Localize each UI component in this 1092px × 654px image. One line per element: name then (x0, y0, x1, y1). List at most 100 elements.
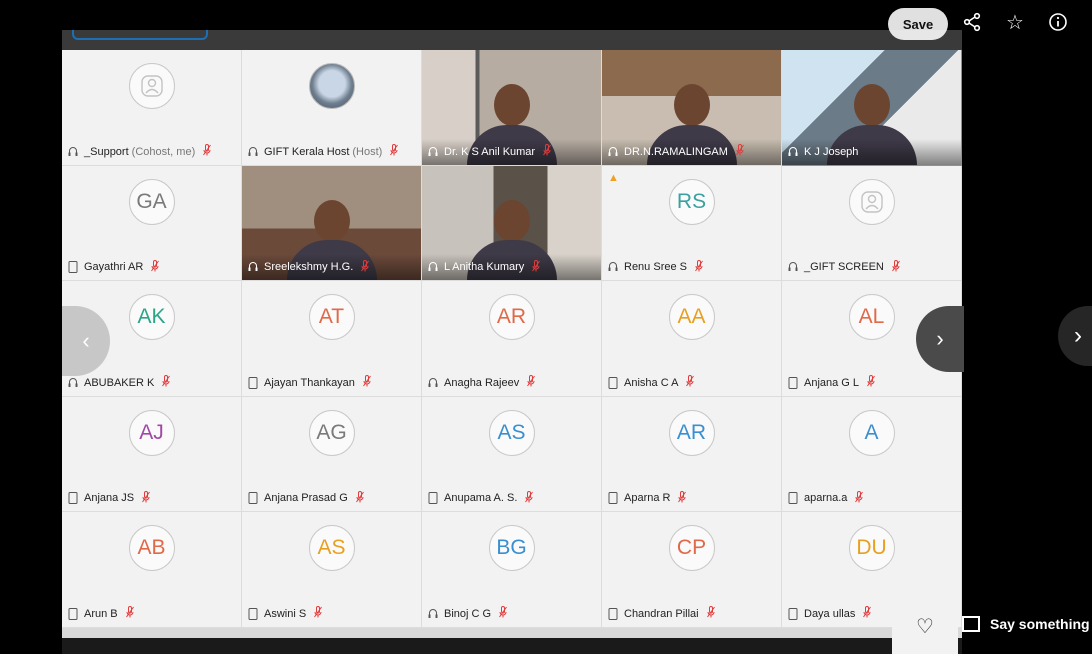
chevron-right-icon: › (1074, 322, 1082, 349)
headset-icon (428, 608, 438, 620)
participant-tile[interactable]: AB Arun B (62, 512, 242, 628)
participant-tile[interactable]: Aaparna.a (782, 396, 962, 513)
participant-namebar: Chandran Pillai (602, 601, 781, 627)
participant-tile[interactable]: AS Anupama A. S. (422, 396, 602, 513)
share-icon[interactable] (960, 10, 984, 34)
muted-mic-icon (314, 606, 323, 621)
avatar: AL (848, 294, 895, 341)
participant-tile[interactable]: GIFT Kerala Host (Host) (242, 50, 422, 166)
participant-name: L Anitha Kumary (444, 261, 525, 274)
participant-name: Ajayan Thankayan (264, 376, 355, 389)
participant-tile[interactable]: AR Aparna R (602, 396, 782, 513)
participant-name: Chandran Pillai (624, 607, 699, 620)
like-button[interactable]: ♡ (892, 598, 958, 654)
participant-name: aparna.a (804, 492, 848, 505)
participant-tile[interactable]: K J Joseph (782, 50, 962, 166)
participant-tile[interactable]: BG Binoj C G (422, 512, 602, 628)
participant-tile[interactable]: _Support (Cohost, me) (62, 50, 242, 166)
headset-icon (428, 146, 438, 158)
muted-mic-icon (735, 144, 744, 159)
phone-icon (248, 607, 258, 620)
host-logo (308, 63, 355, 109)
info-icon[interactable] (1046, 10, 1070, 34)
muted-mic-icon (532, 259, 541, 275)
participant-name: Gayathri AR (84, 261, 144, 274)
participant-tile[interactable]: Dr. K S Anil Kumar (422, 50, 602, 166)
phone-icon (608, 607, 618, 620)
save-button[interactable]: Save (888, 8, 948, 40)
muted-mic-icon (203, 144, 212, 159)
participant-name: _Support (84, 145, 129, 158)
participant-tile[interactable]: RS ▲ Renu Sree S (602, 165, 782, 282)
warning-icon: ▲ (608, 171, 619, 184)
participant-role: (Host) (352, 145, 383, 158)
headset-icon (248, 261, 258, 273)
participant-namebar: _GIFT SCREEN (782, 254, 961, 280)
participant-name: GIFT Kerala Host (264, 145, 350, 158)
chevron-right-icon: › (936, 326, 944, 351)
muted-mic-icon (855, 490, 864, 506)
phone-icon (788, 607, 798, 620)
headset-icon (788, 261, 798, 273)
participant-namebar: _Support (Cohost, me) (62, 139, 241, 165)
muted-mic-icon (863, 606, 872, 621)
avatar: AR (488, 294, 535, 341)
participant-namebar: GIFT Kerala Host (Host) (242, 139, 421, 165)
participant-name: Dr. K S Anil Kumar (444, 145, 536, 158)
phone-icon (248, 492, 258, 505)
participant-tile[interactable]: AT Ajayan Thankayan (242, 281, 422, 397)
participant-tile[interactable]: AA Anisha C A (602, 281, 782, 397)
participant-tile[interactable]: AS Aswini S (242, 512, 422, 628)
participant-tile[interactable]: DR.N.RAMALINGAM (602, 50, 782, 166)
person-placeholder-icon (848, 178, 895, 225)
top-tab-button[interactable] (72, 30, 208, 40)
participant-tile[interactable]: AR Anagha Rajeev (422, 281, 602, 397)
participant-grid: _Support (Cohost, me) GIFT Kerala Host (Hos… (62, 50, 962, 638)
phone-icon (608, 376, 618, 389)
headset-icon (68, 146, 78, 158)
participant-tile[interactable]: CP Chandran Pillai (602, 512, 782, 628)
avatar: AS (308, 525, 355, 572)
muted-mic-icon (706, 606, 715, 621)
participant-tile[interactable]: AG Anjana Prasad G (242, 396, 422, 513)
participant-namebar: Binoj C G (422, 601, 601, 627)
participant-name: Aparna R (624, 492, 671, 505)
participant-tile[interactable]: L Anitha Kumary (422, 165, 602, 282)
participant-namebar: Anjana Prasad G (242, 485, 421, 511)
muted-mic-icon (543, 144, 552, 159)
muted-mic-icon (361, 259, 370, 275)
muted-mic-icon (525, 490, 534, 506)
headset-icon (428, 377, 438, 389)
avatar: AA (668, 294, 715, 341)
participant-tile[interactable]: _GIFT SCREEN (782, 165, 962, 282)
participant-namebar: K J Joseph (782, 138, 961, 165)
participant-name: Anjana JS (84, 492, 135, 505)
participant-tile[interactable]: Sreelekshmy H.G. (242, 165, 422, 282)
participant-name: Anisha C A (624, 376, 679, 389)
heart-icon: ♡ (916, 615, 934, 638)
muted-mic-icon (125, 606, 134, 621)
save-label: Save (902, 16, 934, 32)
phone-icon (608, 492, 618, 505)
participant-tile[interactable]: AJ Anjana JS (62, 396, 242, 513)
muted-mic-icon (891, 259, 900, 275)
participant-silhouette (673, 84, 710, 127)
participant-tile[interactable]: GA Gayathri AR (62, 165, 242, 282)
avatar: AR (668, 409, 715, 456)
participant-namebar: aparna.a (782, 485, 961, 511)
headset-icon (608, 261, 618, 273)
participant-namebar: Arun B (62, 601, 241, 627)
participant-name: Anagha Rajeev (444, 376, 520, 389)
muted-mic-icon (355, 490, 364, 506)
muted-mic-icon (686, 375, 695, 390)
carousel-next-button[interactable]: › (1058, 306, 1092, 366)
say-something-button[interactable]: Say something (962, 612, 1090, 636)
participant-namebar: Anagha Rajeev (422, 370, 601, 396)
chevron-left-icon: ‹ (82, 328, 90, 353)
star-icon[interactable]: ☆ (1003, 10, 1027, 34)
muted-mic-icon (527, 375, 536, 390)
participant-name: Renu Sree S (624, 261, 687, 274)
avatar: DU (848, 525, 895, 572)
avatar: RS (668, 178, 715, 225)
avatar: AK (128, 294, 175, 341)
